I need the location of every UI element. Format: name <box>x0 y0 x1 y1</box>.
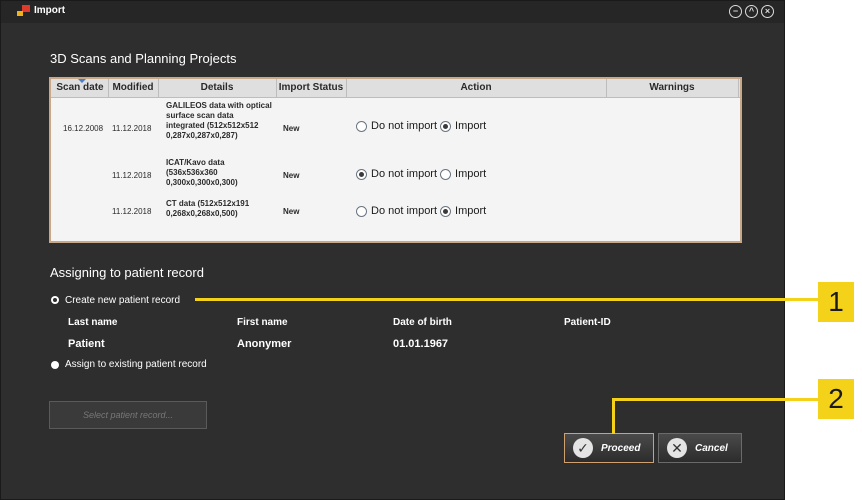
modified-cell: 11.12.2018 <box>112 207 152 216</box>
import-window: Import − ^ × 3D Scans and Planning Proje… <box>0 0 785 500</box>
last-name-value: Patient <box>68 338 105 350</box>
status-cell: New <box>283 207 300 216</box>
modified-cell: 11.12.2018 <box>112 124 152 133</box>
callout-line-2 <box>612 398 820 401</box>
radio-label-import[interactable]: Import <box>455 120 486 132</box>
window-title: Import <box>34 5 66 16</box>
callout-line-2-vertical <box>612 398 615 434</box>
radio-label-do-not-import[interactable]: Do not import <box>371 120 437 132</box>
column-header-import-status[interactable]: Import Status <box>277 82 345 93</box>
proceed-button[interactable]: ✓ Proceed <box>564 433 654 463</box>
cancel-button[interactable]: ✕ Cancel <box>658 433 742 463</box>
radio-label-import[interactable]: Import <box>455 168 486 180</box>
radio-assign-existing-patient[interactable] <box>51 361 59 369</box>
patient-id-label: Patient-ID <box>564 317 611 328</box>
callout-marker-1: 1 <box>818 282 854 322</box>
details-line: integrated (512x512x512 <box>166 121 259 130</box>
select-patient-record-button[interactable]: Select patient record... <box>49 401 207 429</box>
assign-section-title: Assigning to patient record <box>50 265 204 280</box>
callout-marker-2: 2 <box>818 379 854 419</box>
details-line: 0,268x0,268x0,500) <box>166 209 238 218</box>
callout-line-1 <box>195 298 819 301</box>
details-line: 0,287x0,287x0,287) <box>166 131 238 140</box>
radio-label-do-not-import[interactable]: Do not import <box>371 205 437 217</box>
details-line: CT data (512x512x191 <box>166 199 250 208</box>
date-of-birth-value: 01.01.1967 <box>393 338 449 350</box>
radio-do-not-import[interactable] <box>356 205 367 217</box>
modified-cell: 11.12.2018 <box>112 171 152 180</box>
radio-label-import[interactable]: Import <box>455 205 486 217</box>
radio-do-not-import[interactable] <box>356 120 367 132</box>
column-header-scan-date[interactable]: Scan date <box>53 79 107 93</box>
close-icon[interactable]: × <box>761 5 774 18</box>
radio-label-do-not-import[interactable]: Do not import <box>371 168 437 180</box>
first-name-label: First name <box>237 317 288 328</box>
column-header-warnings[interactable]: Warnings <box>607 82 737 93</box>
status-cell: New <box>283 171 300 180</box>
cancel-x-icon: ✕ <box>667 438 687 458</box>
details-line: surface scan data <box>166 111 234 120</box>
first-name-value: Anonymer <box>237 338 292 350</box>
scans-section-title: 3D Scans and Planning Projects <box>50 51 237 66</box>
scans-table: Scan date Modified Details Import Status… <box>49 77 742 243</box>
maximize-icon[interactable]: ^ <box>745 5 758 18</box>
column-header-details[interactable]: Details <box>159 82 275 93</box>
minimize-icon[interactable]: − <box>729 5 742 18</box>
title-bar: Import − ^ × <box>1 1 784 23</box>
radio-import[interactable] <box>440 168 452 180</box>
details-line: GALILEOS data with optical <box>166 101 272 110</box>
sort-arrow-icon <box>78 79 86 83</box>
radio-create-new-patient[interactable] <box>51 296 59 304</box>
details-line: 0,300x0,300x0,300) <box>166 178 238 187</box>
details-line: ICAT/Kavo data <box>166 158 225 167</box>
column-header-modified[interactable]: Modified <box>109 82 157 93</box>
date-of-birth-label: Date of birth <box>393 317 452 328</box>
radio-import[interactable] <box>440 120 452 132</box>
checkmark-icon: ✓ <box>573 438 593 458</box>
app-logo-icon <box>17 5 31 17</box>
details-line: (536x536x360 <box>166 168 218 177</box>
status-cell: New <box>283 124 300 133</box>
create-new-patient-label[interactable]: Create new patient record <box>65 295 180 306</box>
radio-do-not-import[interactable] <box>356 168 367 180</box>
last-name-label: Last name <box>68 317 118 328</box>
scan-date-cell: 16.12.2008 <box>63 124 104 133</box>
table-header: Scan date Modified Details Import Status… <box>51 79 740 98</box>
column-header-action[interactable]: Action <box>347 82 605 93</box>
assign-existing-patient-label[interactable]: Assign to existing patient record <box>65 359 207 370</box>
proceed-label: Proceed <box>601 442 641 454</box>
radio-import[interactable] <box>440 205 452 217</box>
cancel-label: Cancel <box>695 442 728 454</box>
